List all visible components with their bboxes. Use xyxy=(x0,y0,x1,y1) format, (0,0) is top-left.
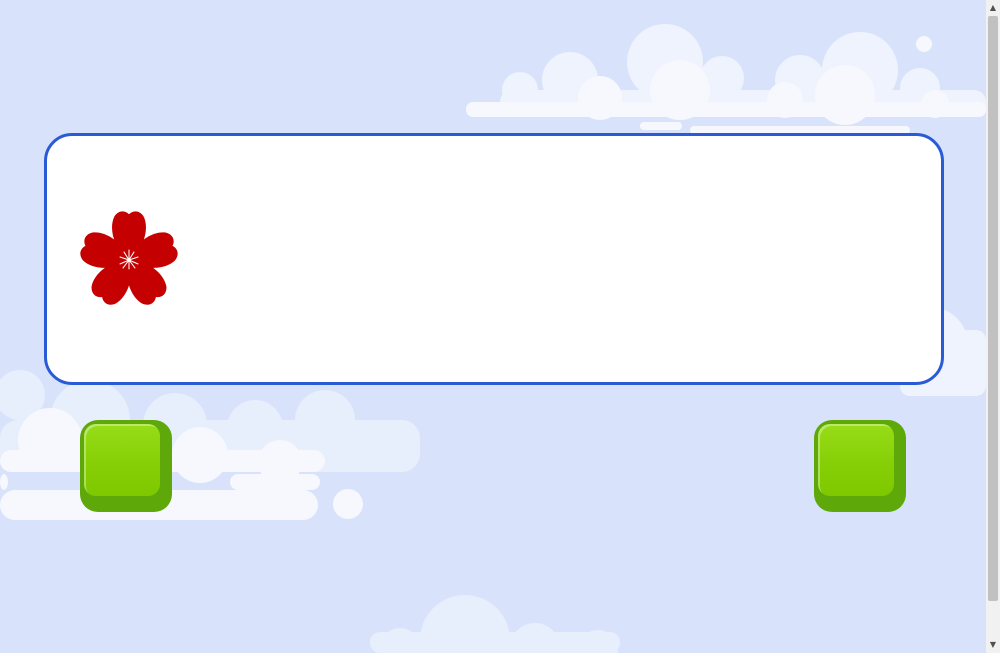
scroll-up-arrow-icon[interactable]: ▲ xyxy=(986,1,1000,15)
scroll-down-arrow-icon[interactable]: ▼ xyxy=(986,638,1000,652)
answer-card xyxy=(44,133,944,385)
vertical-scrollbar[interactable]: ▲ ▼ xyxy=(986,0,1000,653)
red-flower-icon[interactable] xyxy=(77,208,181,312)
right-green-button[interactable] xyxy=(814,420,906,512)
scroll-thumb[interactable] xyxy=(988,16,998,601)
game-area xyxy=(0,0,986,653)
left-button-face xyxy=(84,424,160,496)
right-button-face xyxy=(818,424,894,496)
left-green-button[interactable] xyxy=(80,420,172,512)
